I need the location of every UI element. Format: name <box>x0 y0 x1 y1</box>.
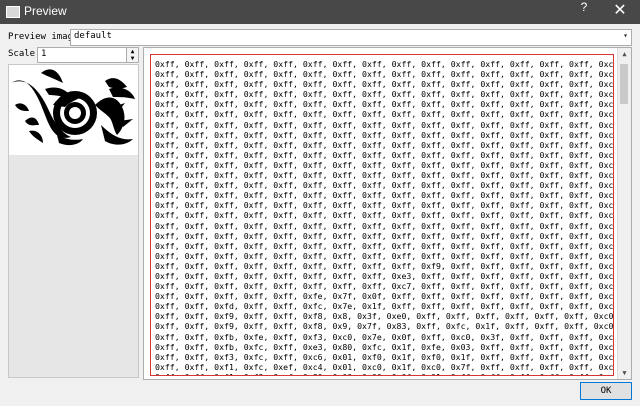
window-titlebar[interactable]: Preview ? ✕ <box>0 0 640 24</box>
close-button[interactable]: ✕ <box>600 0 640 24</box>
scale-label: Scale: <box>8 49 41 59</box>
spin-down-icon[interactable]: ▼ <box>126 55 138 62</box>
preview-image <box>9 65 138 155</box>
ok-button[interactable]: OK <box>580 382 632 400</box>
spin-up-icon[interactable]: ▲ <box>126 48 138 55</box>
scroll-down-icon[interactable]: ▼ <box>618 367 631 379</box>
scroll-thumb[interactable] <box>620 64 628 104</box>
window-icon <box>6 6 20 18</box>
byte-array-text[interactable]: 0xff, 0xff, 0xff, 0xff, 0xff, 0xff, 0xff… <box>151 55 613 375</box>
chevron-down-icon[interactable]: ▾ <box>623 31 628 40</box>
image-preview-panel <box>8 64 139 378</box>
scale-spinbox[interactable]: 1 ▲ ▼ <box>37 47 139 63</box>
scroll-up-icon[interactable]: ▲ <box>618 48 631 60</box>
code-highlight-frame: 0xff, 0xff, 0xff, 0xff, 0xff, 0xff, 0xff… <box>150 54 614 376</box>
window-title: Preview <box>24 4 67 18</box>
scale-value: 1 <box>41 49 47 59</box>
code-output-panel[interactable]: 0xff, 0xff, 0xff, 0xff, 0xff, 0xff, 0xff… <box>143 47 632 380</box>
help-button[interactable]: ? <box>572 0 596 24</box>
dragon-tribal-image <box>11 69 135 146</box>
preview-image-select[interactable]: default ▾ <box>70 29 632 46</box>
preview-image-value: default <box>74 31 112 41</box>
vertical-scrollbar[interactable]: ▲ ▼ <box>617 48 631 379</box>
